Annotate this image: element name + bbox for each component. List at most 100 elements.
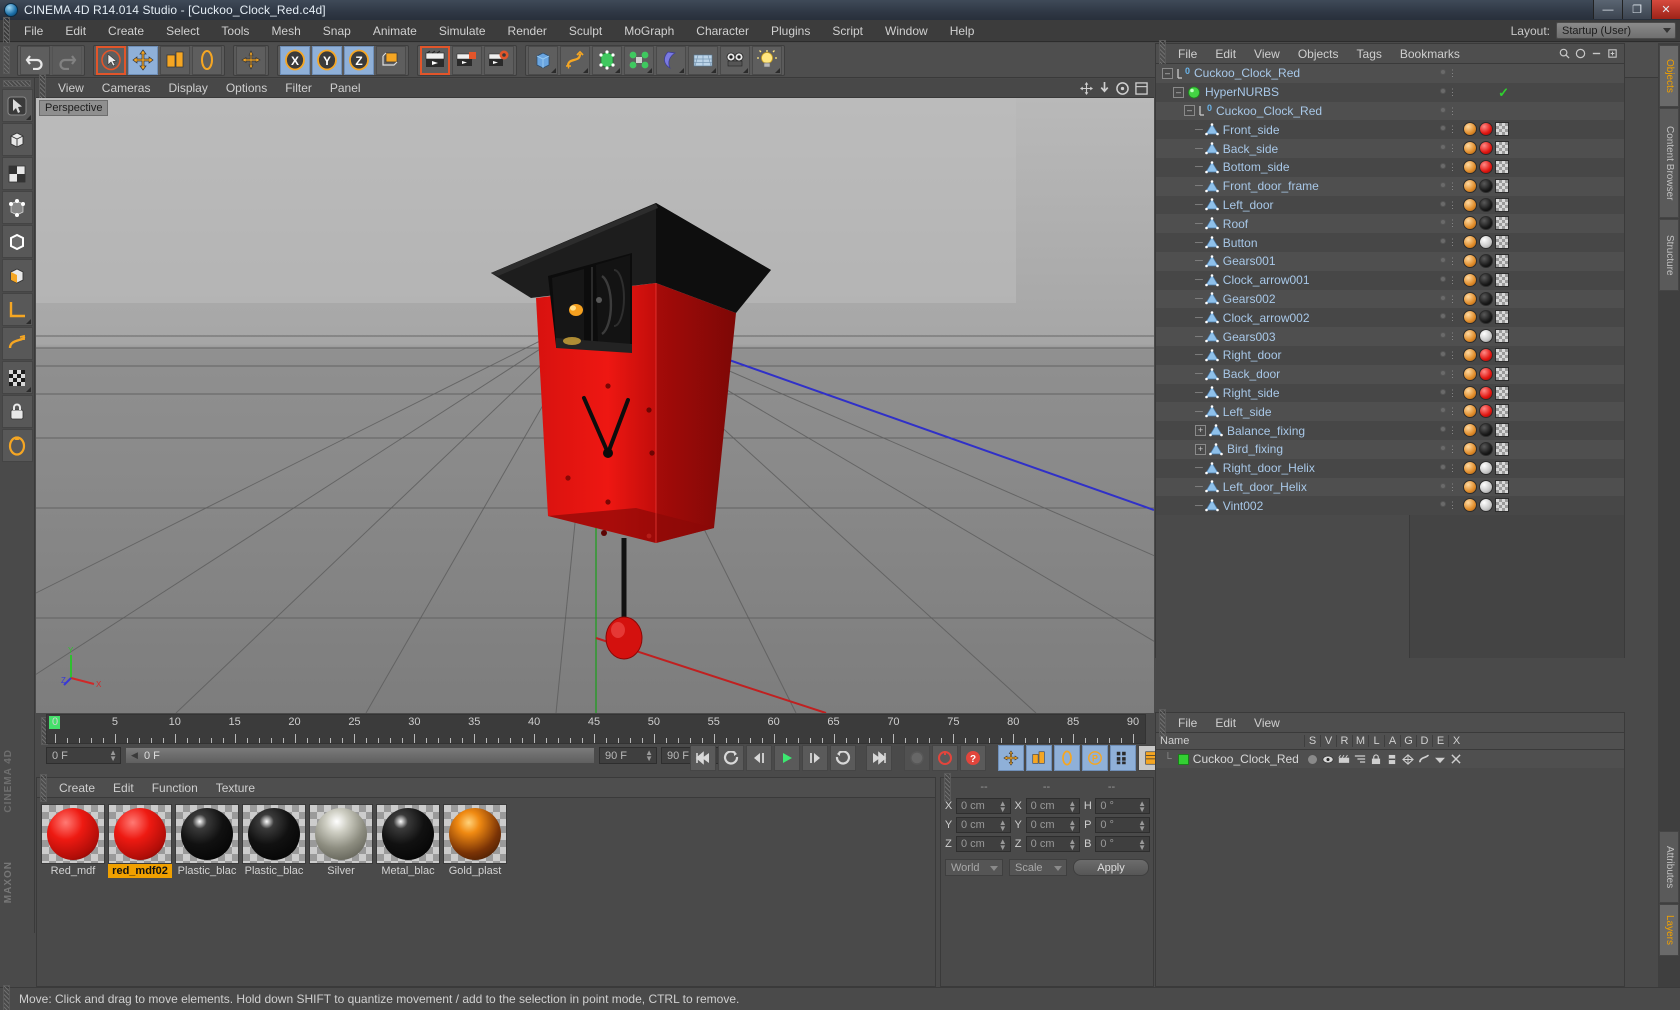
parametric-key-button[interactable]: P xyxy=(1082,745,1108,771)
range-end-field[interactable]: 90 F ▲ ▼ xyxy=(599,747,657,764)
lock-icon-button[interactable] xyxy=(1,395,33,428)
row-menu-dots[interactable]: ⋮ xyxy=(1448,294,1457,305)
undo-button[interactable] xyxy=(20,45,50,75)
x-axis-lock-button[interactable]: X xyxy=(280,45,310,75)
uvw-tag-icon[interactable] xyxy=(1495,479,1509,494)
visibility-dots[interactable] xyxy=(1440,181,1446,188)
uvw-tag-icon[interactable] xyxy=(1495,235,1509,250)
coordinate-space-dropdown[interactable]: World xyxy=(945,859,1003,876)
editor-visibility-dot[interactable] xyxy=(1440,256,1446,263)
size-field[interactable]: 0 cm ▲ ▼ xyxy=(1025,797,1081,814)
row-menu-dots[interactable]: ⋮ xyxy=(1448,87,1457,98)
spinner-icon[interactable]: ▲▼ xyxy=(645,749,653,763)
maximize-viewport-icon[interactable] xyxy=(1135,82,1148,95)
object-row[interactable]: + Balance_fixing ⋮ xyxy=(1156,421,1624,440)
material-item[interactable]: Gold_plast xyxy=(443,804,507,878)
object-row[interactable]: ─ Front_side ⋮ xyxy=(1156,120,1624,140)
uvw-tag-icon[interactable] xyxy=(1495,347,1509,362)
row-menu-dots[interactable]: ⋮ xyxy=(1448,350,1457,361)
menu-script[interactable]: Script xyxy=(821,20,874,42)
uvw-tag-icon[interactable] xyxy=(1495,253,1509,268)
material-tag-icon[interactable] xyxy=(1479,479,1493,494)
editor-visibility-dot[interactable] xyxy=(1440,69,1446,75)
menu-select[interactable]: Select xyxy=(155,20,210,42)
material-tag-icon[interactable] xyxy=(1463,347,1477,362)
material-tag-icon[interactable] xyxy=(1479,253,1493,268)
material-tag-icon[interactable] xyxy=(1463,329,1477,344)
environment-button[interactable] xyxy=(688,45,718,75)
material-tag-icon[interactable] xyxy=(1479,385,1493,400)
step-forward-frame-button[interactable] xyxy=(802,745,828,771)
object-row[interactable]: ─ Left_door_Helix ⋮ xyxy=(1156,477,1624,497)
live-selection-tool-button[interactable] xyxy=(1,89,33,122)
go-to-end-button[interactable] xyxy=(866,745,892,771)
editor-visibility-dot[interactable] xyxy=(1440,482,1446,489)
lm-menu-view[interactable]: View xyxy=(1245,713,1289,733)
layer-row[interactable]: └ Cuckoo_Clock_Red xyxy=(1156,750,1624,768)
collapse-expander[interactable]: – xyxy=(1184,105,1195,117)
go-to-start-button[interactable] xyxy=(690,745,716,771)
row-menu-dots[interactable]: ⋮ xyxy=(1448,162,1457,173)
edges-mode-button[interactable] xyxy=(1,225,33,258)
layer-column-header-e[interactable]: E xyxy=(1432,735,1448,747)
material-tag-icon[interactable] xyxy=(1479,159,1493,174)
uvw-tag-icon[interactable] xyxy=(1495,498,1509,513)
row-menu-dots[interactable]: ⋮ xyxy=(1448,463,1457,474)
visibility-dots[interactable] xyxy=(1440,294,1446,301)
visibility-dots[interactable] xyxy=(1440,219,1446,226)
material-tag-icon[interactable] xyxy=(1479,235,1493,250)
current-frame-field[interactable]: 0 F ▲ ▼ xyxy=(46,747,121,764)
material-tag-icon[interactable] xyxy=(1463,460,1477,475)
spinner-icon[interactable]: ▲▼ xyxy=(999,799,1007,813)
uvw-tag-icon[interactable] xyxy=(1495,423,1509,438)
material-tag-icon[interactable] xyxy=(1463,479,1477,494)
object-row[interactable]: ─ Left_door ⋮ xyxy=(1156,195,1624,215)
layer-color-swatch[interactable] xyxy=(1177,753,1189,765)
material-tag-icon[interactable] xyxy=(1463,441,1477,456)
menu-character[interactable]: Character xyxy=(685,20,760,42)
object-row[interactable]: ─ Bottom_side ⋮ xyxy=(1156,157,1624,177)
material-manager-grip[interactable] xyxy=(40,773,47,802)
material-thumbnail[interactable] xyxy=(376,804,440,864)
workplane-button[interactable] xyxy=(1,293,33,326)
play-button[interactable] xyxy=(774,745,800,771)
tab-content-browser[interactable]: Content Browser xyxy=(1659,108,1679,218)
lm-menu-file[interactable]: File xyxy=(1169,713,1206,733)
tab-structure[interactable]: Structure xyxy=(1659,219,1679,291)
menu-render[interactable]: Render xyxy=(497,20,558,42)
row-menu-dots[interactable]: ⋮ xyxy=(1448,124,1457,135)
row-menu-dots[interactable]: ⋮ xyxy=(1448,256,1457,267)
layer-column-header-x[interactable]: X xyxy=(1448,735,1464,747)
layer-column-header-v[interactable]: V xyxy=(1320,735,1336,747)
row-menu-dots[interactable]: ⋮ xyxy=(1448,218,1457,229)
row-menu-dots[interactable]: ⋮ xyxy=(1448,500,1457,511)
viewport-menu-view[interactable]: View xyxy=(49,79,93,98)
material-tag-icon[interactable] xyxy=(1463,178,1477,193)
object-row[interactable]: ─ Right_side ⋮ xyxy=(1156,383,1624,403)
editor-visibility-dot[interactable] xyxy=(1440,219,1446,226)
collapse-expander[interactable]: – xyxy=(1162,67,1173,79)
visibility-dots[interactable] xyxy=(1440,69,1446,75)
render-to-picture-viewer-button[interactable] xyxy=(452,45,482,75)
step-back-key-button[interactable] xyxy=(718,745,744,771)
layer-cell[interactable] xyxy=(1384,754,1400,765)
editor-visibility-dot[interactable] xyxy=(1440,388,1446,395)
row-menu-dots[interactable]: ⋮ xyxy=(1448,275,1457,286)
collapse-expander[interactable]: – xyxy=(1173,86,1184,98)
toolbar-grip[interactable] xyxy=(3,46,10,74)
row-menu-dots[interactable]: ⋮ xyxy=(1448,331,1457,342)
uvw-tag-icon[interactable] xyxy=(1495,366,1509,381)
viewport-menu-display[interactable]: Display xyxy=(159,79,216,98)
expand-expander[interactable]: + xyxy=(1195,425,1206,437)
om-menu-edit[interactable]: Edit xyxy=(1206,44,1245,64)
menu-edit[interactable]: Edit xyxy=(54,20,97,42)
material-tag-icon[interactable] xyxy=(1479,460,1493,475)
layer-rows[interactable]: └ Cuckoo_Clock_Red xyxy=(1156,750,1624,768)
position-key-button[interactable] xyxy=(998,745,1024,771)
mm-menu-create[interactable]: Create xyxy=(50,778,104,798)
editor-visibility-dot[interactable] xyxy=(1440,332,1446,339)
layer-column-header-g[interactable]: G xyxy=(1400,735,1416,747)
material-tag-icon[interactable] xyxy=(1463,122,1477,137)
row-menu-dots[interactable]: ⋮ xyxy=(1448,388,1457,399)
solo-dot-icon[interactable] xyxy=(1307,754,1317,764)
